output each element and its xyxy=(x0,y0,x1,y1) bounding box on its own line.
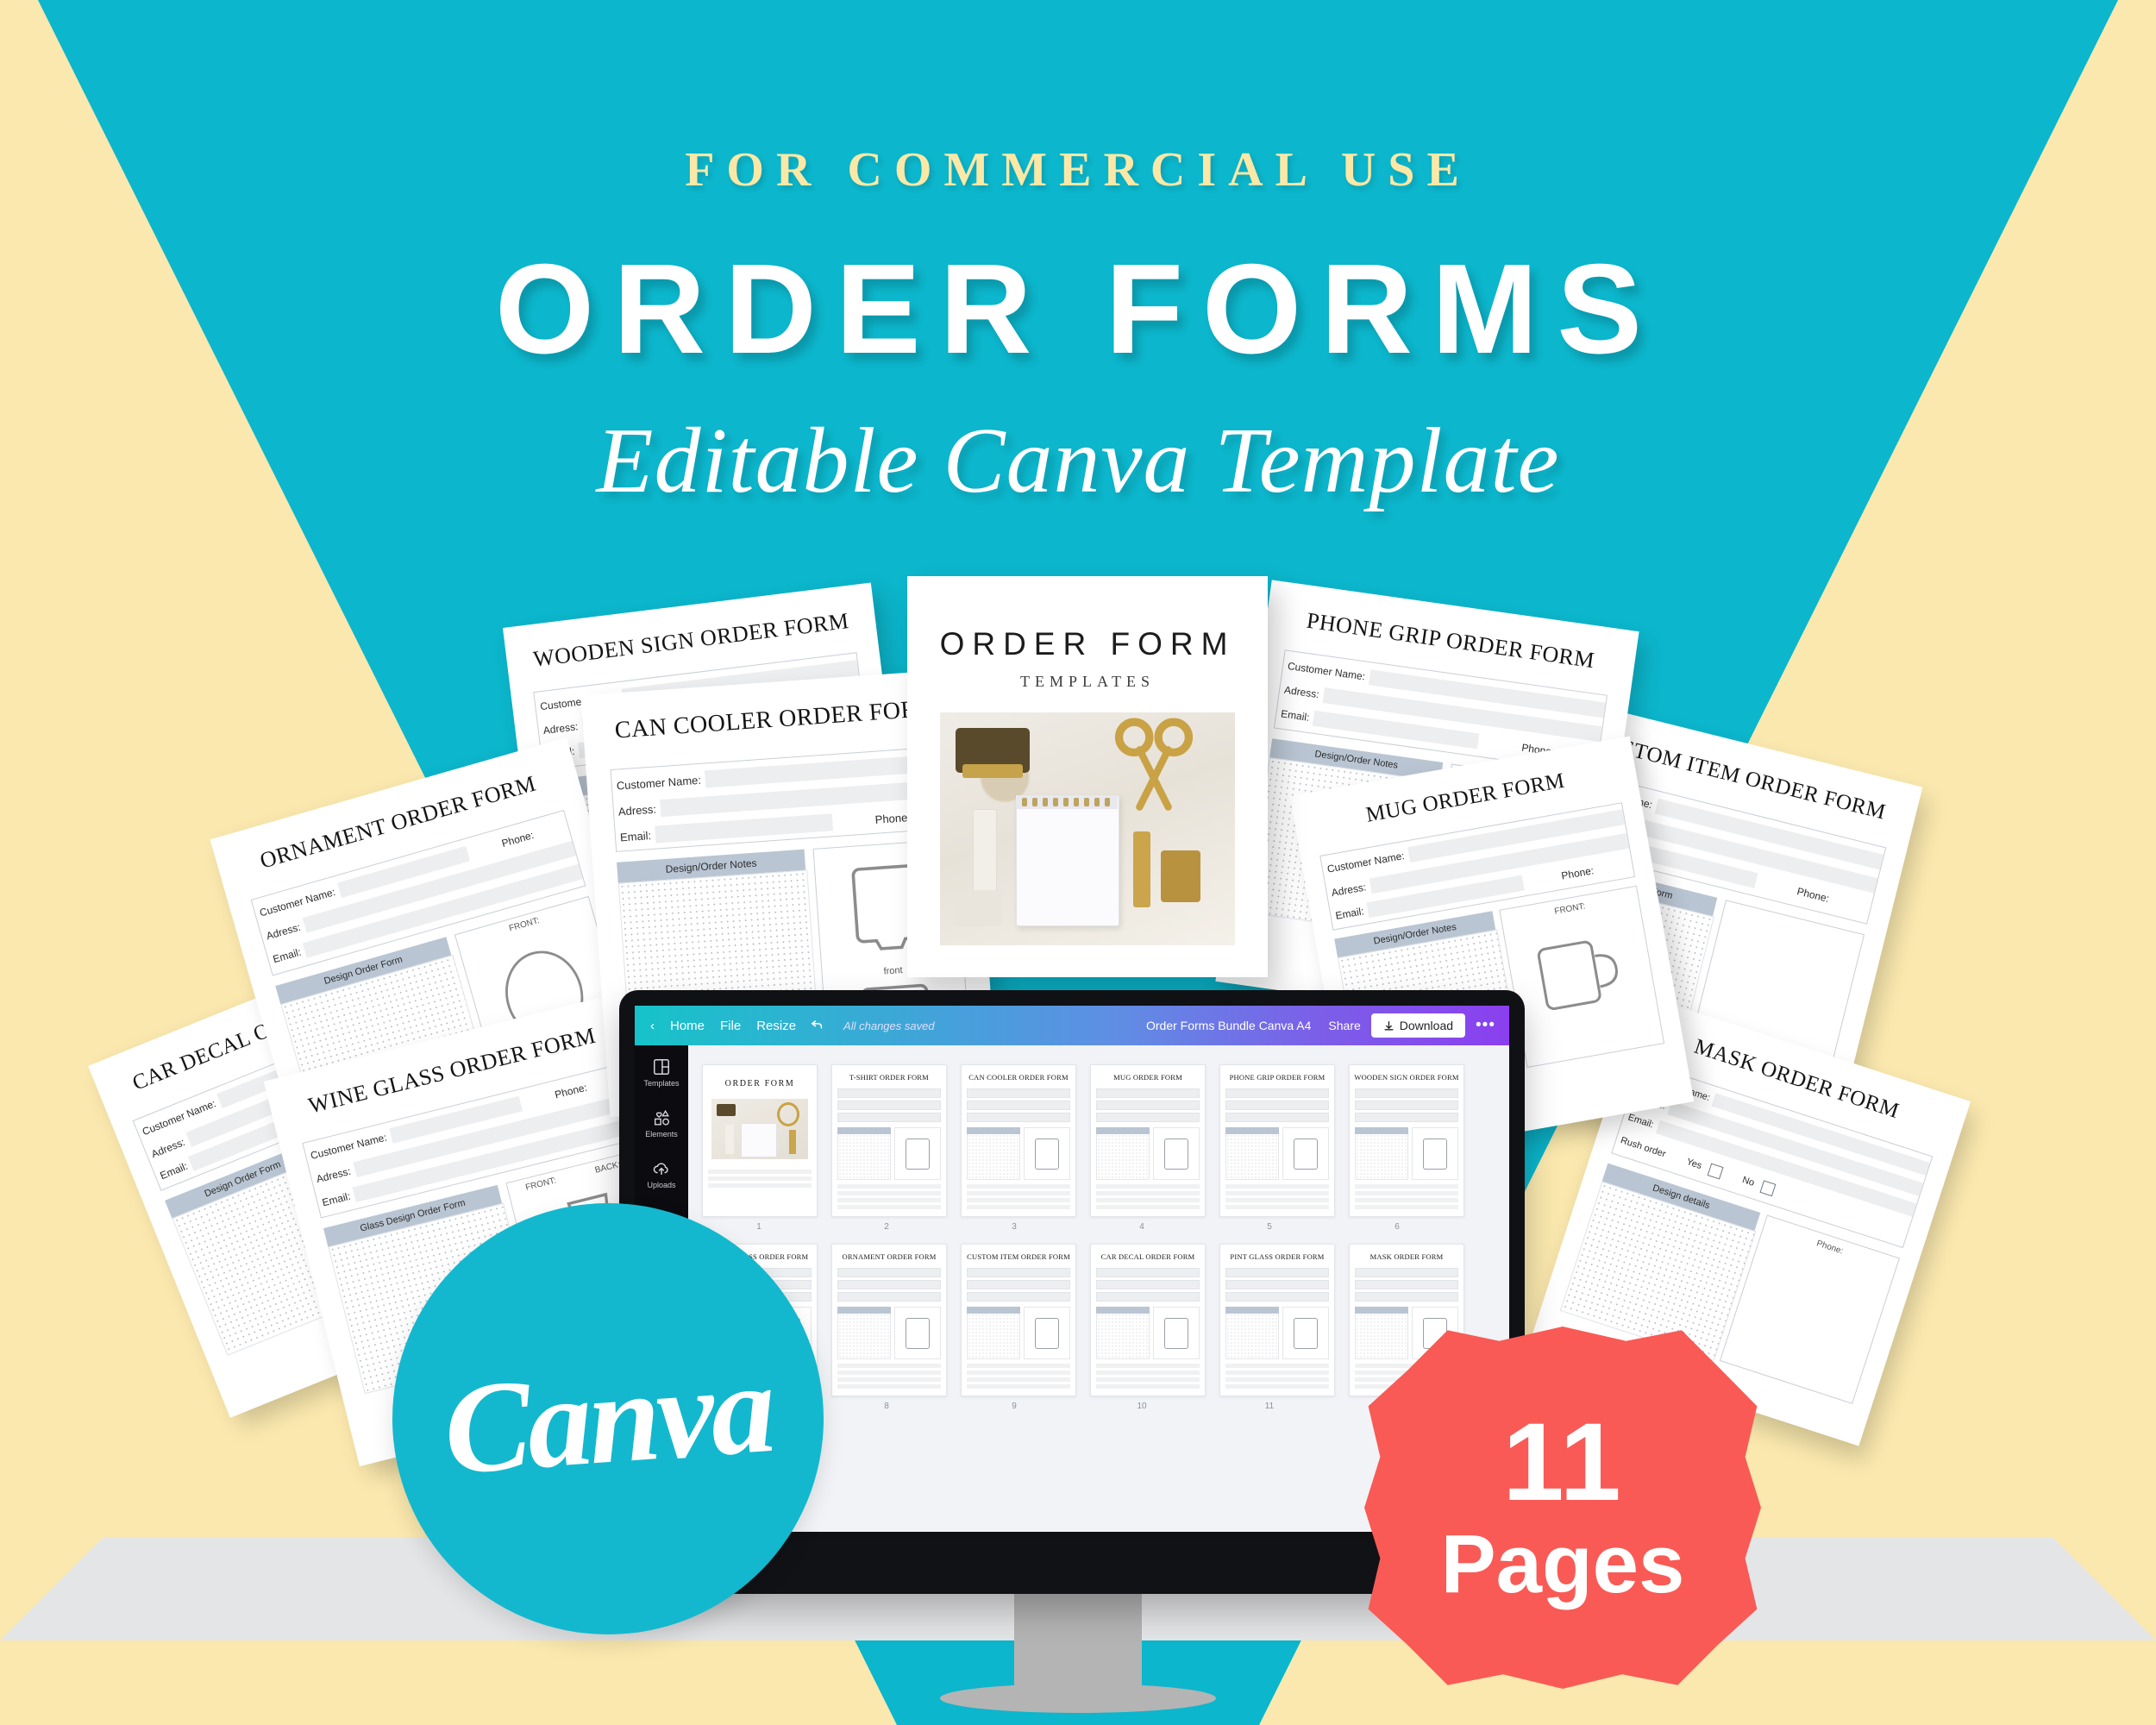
thumbnail-title: ORDER FORM xyxy=(724,1079,795,1088)
page-number: 10 xyxy=(1137,1402,1147,1411)
label-yes: Yes xyxy=(1685,1157,1703,1172)
templates-icon xyxy=(652,1057,671,1076)
label-customer-name: Customer Name: xyxy=(616,773,702,793)
download-button[interactable]: Download xyxy=(1370,1013,1466,1038)
pages-count-badge: 11 Pages xyxy=(1364,1327,1761,1689)
menu-resize[interactable]: Resize xyxy=(756,1019,796,1033)
canva-page-thumbnail[interactable]: CAR DECAL ORDER FORM xyxy=(1090,1244,1206,1396)
canva-page-thumbnail[interactable]: ORNAMENT ORDER FORM xyxy=(831,1244,947,1396)
scissors-icon xyxy=(1114,718,1194,811)
canva-page-thumbnail[interactable]: CAN COOLER ORDER FORM xyxy=(961,1064,1076,1217)
cover-sheet: ORDER FORM TEMPLATES xyxy=(907,576,1268,977)
page-number-row-1: 1 2 3 4 5 6 xyxy=(688,1222,1509,1232)
canva-page-thumbnail[interactable]: CUSTOM ITEM ORDER FORM xyxy=(961,1244,1076,1396)
page-number: 11 xyxy=(1264,1402,1275,1411)
page-number: 2 xyxy=(884,1222,889,1232)
save-status: All changes saved xyxy=(843,1019,935,1032)
page-number: 1 xyxy=(756,1222,761,1232)
pages-count-number: 11 xyxy=(1502,1400,1623,1524)
share-button[interactable]: Share xyxy=(1328,1019,1360,1032)
cover-subtitle: TEMPLATES xyxy=(1019,673,1155,690)
monitor-base xyxy=(940,1684,1216,1713)
checkbox-no[interactable] xyxy=(1760,1180,1777,1196)
sidebar-label-templates: Templates xyxy=(643,1079,680,1088)
label-address: Adress: xyxy=(1283,683,1320,701)
page-number: 5 xyxy=(1267,1222,1272,1232)
canva-toolbar: ‹ Home File Resize All changes saved Ord… xyxy=(635,1006,1509,1045)
label-address: Adress: xyxy=(315,1164,353,1186)
poster-stage: FOR COMMERCIAL USE ORDER FORMS Editable … xyxy=(0,0,2156,1725)
page-title: ORDER FORMS xyxy=(495,238,1661,380)
download-icon xyxy=(1384,1020,1394,1030)
thumbnail-title: MUG ORDER FORM xyxy=(1113,1073,1182,1082)
back-button[interactable]: ‹ xyxy=(650,1019,655,1033)
label-email: Email: xyxy=(1334,905,1365,922)
cover-title: ORDER FORM xyxy=(939,626,1236,662)
menu-file[interactable]: File xyxy=(720,1019,741,1033)
thumbnail-title: ORNAMENT ORDER FORM xyxy=(842,1252,937,1261)
sidebar-item-templates[interactable]: Templates xyxy=(635,1057,688,1088)
canva-wordmark: Canva xyxy=(439,1335,777,1502)
thumbnail-title: WOODEN SIGN ORDER FORM xyxy=(1354,1073,1459,1082)
undo-icon[interactable] xyxy=(810,1017,824,1035)
page-number: 4 xyxy=(1139,1222,1144,1232)
sidebar-item-elements[interactable]: Elements xyxy=(635,1108,688,1138)
document-name[interactable]: Order Forms Bundle Canva A4 xyxy=(1146,1019,1311,1032)
canva-page-thumbnail[interactable]: WOODEN SIGN ORDER FORM xyxy=(1349,1064,1464,1217)
label-email: Email: xyxy=(619,828,652,844)
thumbnail-title: MASK ORDER FORM xyxy=(1369,1252,1444,1261)
page-subtitle: Editable Canva Template xyxy=(596,410,1560,512)
canva-page-thumbnail[interactable]: PHONE GRIP ORDER FORM xyxy=(1219,1064,1335,1217)
canva-page-thumbnail[interactable]: PINT GLASS ORDER FORM xyxy=(1219,1244,1335,1396)
cover-photo xyxy=(940,712,1235,945)
thumbnail-title: CAR DECAL ORDER FORM xyxy=(1100,1252,1195,1261)
pages-count-label: Pages xyxy=(1440,1517,1685,1610)
label-email: Email: xyxy=(1626,1112,1655,1131)
sidebar-label-elements: Elements xyxy=(645,1130,678,1138)
sidebar-item-uploads[interactable]: Uploads xyxy=(635,1159,688,1189)
label-no: No xyxy=(1740,1175,1756,1189)
thumbnail-title: T-SHIRT ORDER FORM xyxy=(849,1073,929,1082)
elements-icon xyxy=(652,1108,671,1127)
label-address: Adress: xyxy=(617,802,657,819)
page-number: 3 xyxy=(1012,1222,1017,1232)
monitor-neck xyxy=(1014,1594,1142,1697)
canva-page-thumbnail[interactable]: MUG ORDER FORM xyxy=(1090,1064,1206,1217)
download-label: Download xyxy=(1399,1019,1454,1032)
uploads-icon xyxy=(652,1159,671,1178)
canva-logo-badge: Canva xyxy=(392,1203,824,1634)
thumbnail-title: PHONE GRIP ORDER FORM xyxy=(1229,1073,1326,1082)
more-options-button[interactable]: ••• xyxy=(1476,1016,1495,1035)
mug-shape-icon xyxy=(1537,940,1618,1010)
thumbnail-title: CAN COOLER ORDER FORM xyxy=(968,1073,1069,1082)
label-address: Adress: xyxy=(542,720,580,737)
thumbnail-title: PINT GLASS ORDER FORM xyxy=(1230,1252,1325,1261)
thumbnail-title: CUSTOM ITEM ORDER FORM xyxy=(967,1252,1070,1261)
label-email: Email: xyxy=(271,945,303,966)
page-number: 6 xyxy=(1395,1222,1400,1232)
label-email: Email: xyxy=(1280,707,1311,724)
page-number: 8 xyxy=(884,1402,889,1411)
eyebrow-text: FOR COMMERCIAL USE xyxy=(685,143,1471,197)
label-email: Email: xyxy=(321,1189,352,1209)
checkbox-yes[interactable] xyxy=(1708,1163,1725,1180)
label-address: Adress: xyxy=(1330,881,1368,900)
thumbnail-row-1: ORDER FORM T-SHIRT ORDER FORM CAN COOLER… xyxy=(688,1064,1509,1217)
canva-page-thumbnail[interactable]: ORDER FORM xyxy=(702,1064,818,1217)
sidebar-label-uploads: Uploads xyxy=(647,1181,676,1189)
page-number: 9 xyxy=(1012,1402,1017,1411)
menu-home[interactable]: Home xyxy=(670,1019,705,1033)
canva-page-thumbnail[interactable]: T-SHIRT ORDER FORM xyxy=(831,1064,947,1217)
